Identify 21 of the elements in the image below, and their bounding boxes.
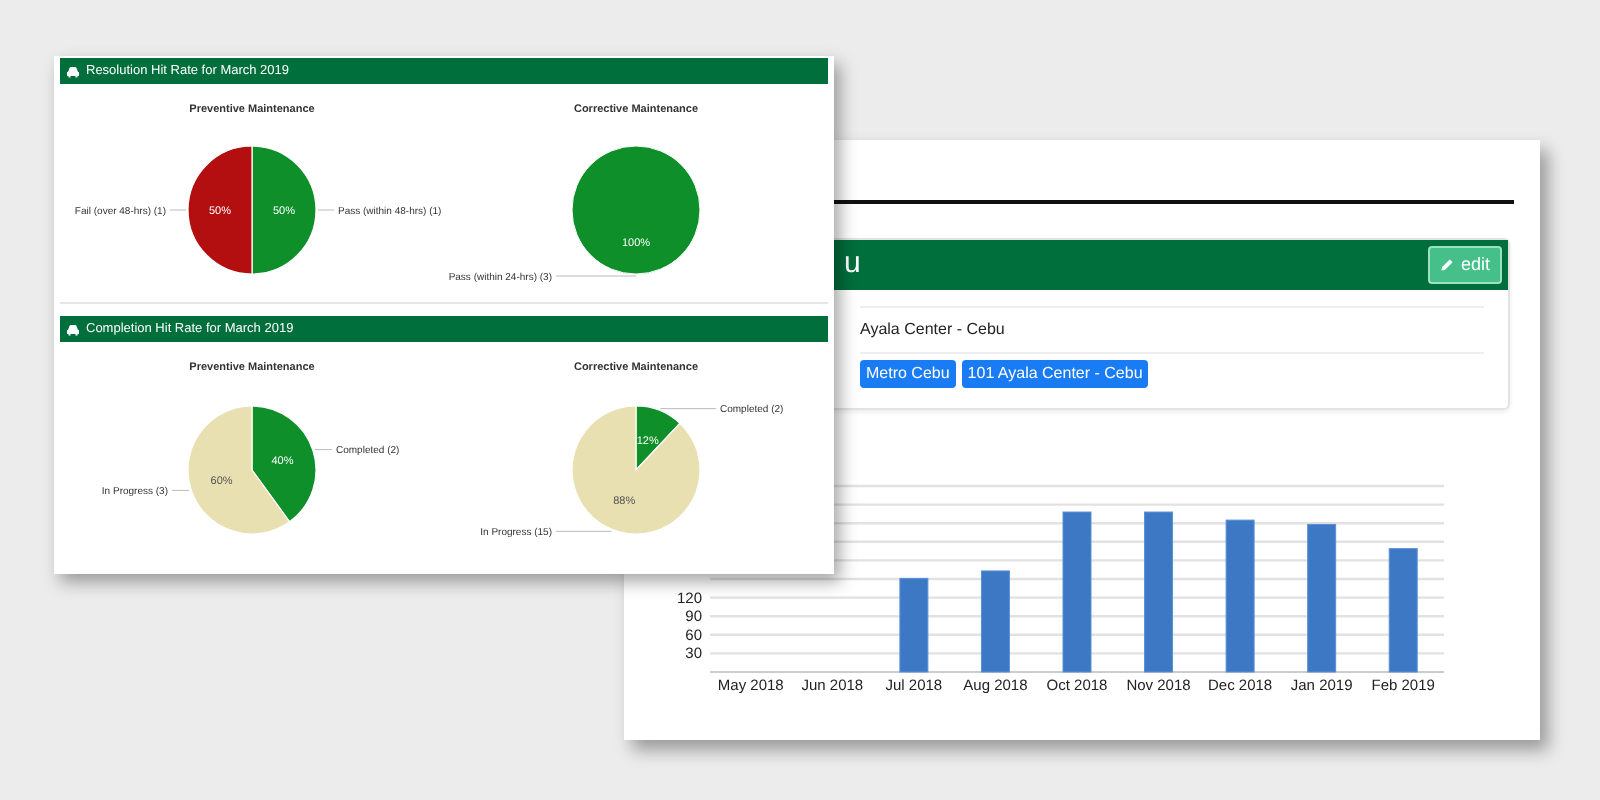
bar (980, 569, 1010, 672)
leader-line (555, 276, 637, 277)
leader-line (659, 407, 717, 409)
leader-line (317, 210, 335, 211)
car-icon (66, 323, 80, 336)
leader-line (555, 529, 613, 531)
leader-line (314, 448, 333, 450)
tag: 101 Ayala Center - Cebu (961, 360, 1149, 388)
location-text: Ayala Center - Cebu (860, 306, 1484, 354)
pie-slice (187, 145, 253, 276)
leader-line (171, 488, 190, 490)
car-icon (66, 65, 80, 77)
pie-slice (571, 146, 701, 275)
pencil-icon (1440, 258, 1455, 272)
bar (1388, 547, 1418, 672)
edit-button[interactable]: edit (1428, 246, 1502, 284)
bar (899, 577, 929, 672)
card-title: u (844, 244, 861, 285)
leader-line (169, 210, 187, 211)
pie-slice (251, 145, 317, 276)
tag: Metro Cebu (860, 360, 956, 388)
